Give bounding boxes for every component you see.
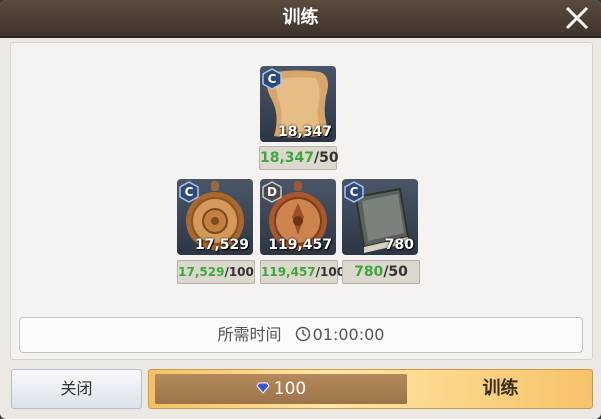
requirement-medal-d: 119,457/100 — [260, 260, 345, 284]
item-slot: C 780 — [342, 179, 418, 255]
grade-badge: C — [344, 181, 364, 203]
item-quantity: 18,347 — [277, 124, 332, 140]
grade-badge: C — [179, 181, 199, 203]
train-button[interactable]: 100 训练 — [148, 369, 593, 409]
grade-badge: C — [262, 68, 282, 90]
dialog-title: 训练 — [282, 7, 319, 28]
grade-letter: D — [267, 185, 277, 199]
close-icon — [565, 6, 589, 30]
item-quantity: 119,457 — [268, 237, 332, 253]
material-item-medal-c[interactable]: C 17,529 — [177, 179, 253, 255]
have-count: 780 — [354, 264, 384, 280]
requirement-book: 780/50 — [342, 260, 420, 284]
item-slot: C 18,347 — [260, 66, 336, 142]
close-button[interactable]: 关闭 — [11, 369, 142, 409]
need-count: /50 — [314, 150, 339, 166]
requirement-medal-c: 17,529/100 — [177, 260, 255, 284]
cost-display: 100 — [155, 374, 407, 404]
need-count: /50 — [383, 264, 408, 280]
time-label: 所需时间 — [217, 325, 282, 344]
have-count: 17,529 — [178, 265, 225, 279]
material-item-scroll[interactable]: C 18,347 — [260, 66, 336, 142]
item-quantity: 17,529 — [194, 237, 249, 253]
item-slot: C 17,529 — [177, 179, 253, 255]
grade-letter: C — [349, 185, 359, 199]
need-count: /100 — [315, 265, 346, 279]
need-count: /100 — [224, 265, 254, 279]
close-x-button[interactable] — [563, 4, 591, 32]
training-dialog: 训练 C 18,347 18,347/50 C 17,529 17,529/10… — [0, 0, 601, 419]
train-label: 训练 — [482, 378, 519, 399]
have-count: 119,457 — [261, 265, 316, 279]
time-required-box: 所需时间 01:00:00 — [19, 317, 583, 353]
grade-letter: C — [184, 185, 194, 199]
cost-value: 100 — [273, 379, 307, 399]
item-slot: D 119,457 — [260, 179, 336, 255]
requirement-scroll: 18,347/50 — [259, 146, 339, 170]
material-item-medal-d[interactable]: D 119,457 — [260, 179, 336, 255]
material-item-book[interactable]: C 780 — [342, 179, 418, 255]
clock-icon — [295, 326, 310, 342]
have-count: 18,347 — [260, 150, 315, 166]
title-bar: 训练 — [0, 0, 601, 38]
time-value: 01:00:00 — [312, 325, 385, 344]
grade-badge: D — [262, 181, 282, 203]
grade-letter: C — [267, 72, 277, 86]
item-quantity: 780 — [384, 237, 414, 253]
gem-icon — [256, 382, 270, 394]
